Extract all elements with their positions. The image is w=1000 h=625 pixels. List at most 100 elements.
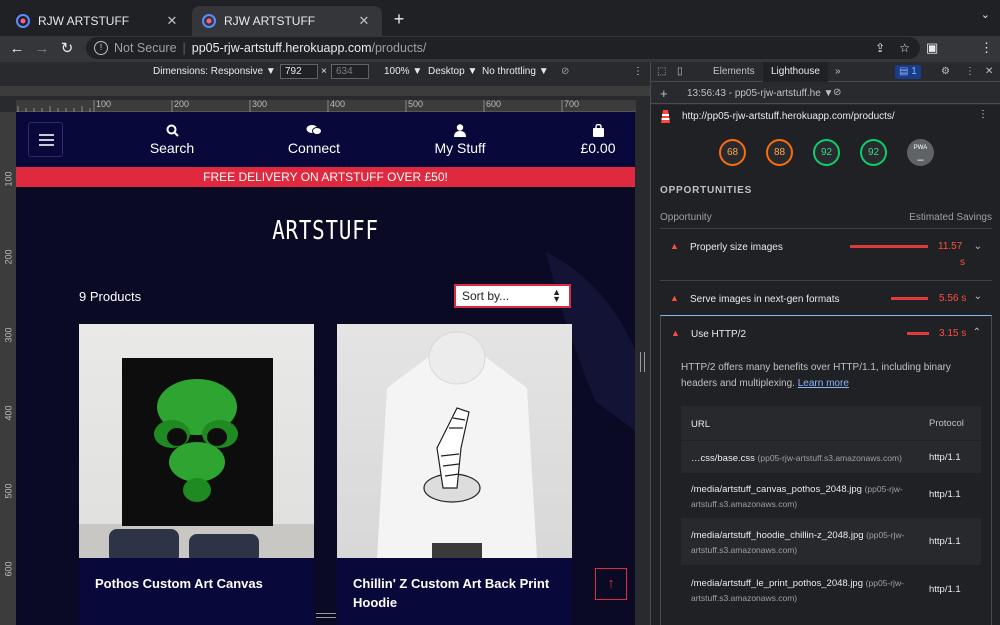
- warning-icon[interactable]: !: [94, 41, 108, 55]
- ruler-tick-label: 600: [486, 99, 502, 109]
- site-favicon-icon: [202, 14, 216, 28]
- security-status[interactable]: Not Secure: [114, 41, 177, 55]
- score-gauge-best-practices[interactable]: 92: [813, 139, 840, 166]
- inspect-icon[interactable]: ⬚: [653, 62, 670, 82]
- pwa-badge[interactable]: PWA –: [907, 139, 934, 166]
- close-devtools-icon[interactable]: ✕: [977, 62, 1000, 82]
- viewport-resize-gutter[interactable]: [635, 112, 650, 625]
- site-logo[interactable]: ARTSTUFF: [78, 216, 573, 246]
- table-row[interactable]: /media/artstuff_le_print_pothos_2048.jpg…: [681, 566, 981, 614]
- more-tabs-icon[interactable]: »: [827, 62, 849, 82]
- score-gauges: 68 88 92 92 PWA –: [651, 127, 1000, 175]
- clear-reports-icon[interactable]: ⊘: [833, 87, 841, 98]
- audit-savings-unit: s: [960, 257, 965, 268]
- chevron-down-icon[interactable]: ⌄: [974, 241, 982, 252]
- resource-url: …css/base.css (pp05-rjw-artstuff.s3.amaz…: [691, 453, 902, 464]
- product-card[interactable]: Chillin' Z Custom Art Back Print Hoodie: [337, 324, 572, 625]
- audit-next-gen-formats[interactable]: ▲ Serve images in next-gen formats 5.56 …: [660, 280, 992, 316]
- sidepanel-icon[interactable]: ▣: [926, 40, 938, 56]
- device-menu-icon[interactable]: ⋮: [633, 66, 643, 77]
- nav-connect[interactable]: Connect: [284, 124, 344, 156]
- chevron-up-icon[interactable]: ⌃: [973, 327, 981, 338]
- resource-url: /media/artstuff_le_print_pothos_2048.jpg…: [691, 578, 904, 603]
- table-row[interactable]: …css/base.css (pp05-rjw-artstuff.s3.amaz…: [681, 441, 981, 474]
- audit-properly-size-images[interactable]: ▲ Properly size images 11.57 s ⌄: [660, 228, 992, 280]
- report-selector[interactable]: 13:56:43 - pp05-rjw-artstuff.he ▼: [687, 88, 833, 99]
- product-name[interactable]: Pothos Custom Art Canvas: [95, 574, 295, 593]
- issues-badge[interactable]: ▤ 1: [895, 65, 921, 79]
- reload-icon[interactable]: ↻: [57, 39, 77, 59]
- back-arrow-icon[interactable]: ←: [7, 39, 27, 59]
- nav-search[interactable]: Search: [146, 124, 198, 156]
- site-favicon-icon: [16, 14, 30, 28]
- back-to-top-button[interactable]: ↑: [595, 568, 627, 600]
- browser-menu-icon[interactable]: ⋮: [980, 40, 993, 56]
- sort-select[interactable]: Sort by... ▲ ▼: [454, 284, 571, 308]
- product-name[interactable]: Chillin' Z Custom Art Back Print Hoodie: [353, 574, 553, 612]
- report-url-bar: http://pp05-rjw-artstuff.herokuapp.com/p…: [651, 105, 1000, 127]
- tab-search-chevron-icon[interactable]: ⌄: [981, 8, 990, 21]
- ruler-tick-label: 200: [174, 99, 190, 109]
- settings-gear-icon[interactable]: ⚙: [933, 62, 958, 82]
- browser-tab[interactable]: RJW ARTSTUFF ✕: [6, 6, 190, 36]
- score-gauge-performance[interactable]: 68: [719, 139, 746, 166]
- resource-protocol: http/1.1: [929, 536, 961, 547]
- product-image[interactable]: [79, 324, 314, 558]
- nav-my-stuff[interactable]: My Stuff: [430, 124, 490, 156]
- device-mode-dropdown[interactable]: Desktop ▼: [428, 66, 477, 77]
- audit-title: Use HTTP/2: [691, 329, 747, 340]
- tab-lighthouse[interactable]: Lighthouse: [763, 62, 828, 82]
- nav-label: Connect: [287, 140, 341, 156]
- resource-protocol: http/1.1: [929, 452, 961, 463]
- dimensions-dropdown[interactable]: Dimensions: Responsive ▼: [153, 66, 276, 77]
- horizontal-ruler: 100 200 300 400 500 600 700: [16, 99, 636, 112]
- viewport-resize-handle[interactable]: [316, 613, 336, 618]
- address-bar[interactable]: ! Not Secure | pp05-rjw-artstuff.herokua…: [86, 37, 920, 59]
- col-opportunity: Opportunity: [660, 212, 712, 223]
- width-input[interactable]: 792: [280, 64, 318, 79]
- browser-tab-active[interactable]: RJW ARTSTUFF ✕: [192, 6, 382, 36]
- learn-more-link[interactable]: Learn more: [798, 378, 849, 389]
- audit-use-http2[interactable]: ▲ Use HTTP/2 3.15 s ⌃: [661, 316, 991, 350]
- bookmark-star-icon[interactable]: ☆: [899, 41, 910, 55]
- http2-resource-table: URL Protocol …css/base.css (pp05-rjw-art…: [681, 406, 981, 614]
- lighthouse-toolbar: + 13:56:43 - pp05-rjw-artstuff.he ▼ ⊘: [651, 83, 1000, 104]
- new-tab-button[interactable]: +: [388, 8, 410, 30]
- device-toggle-icon[interactable]: ▯: [673, 62, 687, 82]
- report-menu-icon[interactable]: ⋮: [978, 109, 988, 120]
- url-host: pp05-rjw-artstuff.herokuapp.com: [191, 41, 372, 55]
- close-tab-icon[interactable]: ✕: [356, 13, 372, 29]
- score-gauge-seo[interactable]: 92: [860, 139, 887, 166]
- ruler-tick-label: 400: [3, 405, 14, 421]
- nav-bag[interactable]: £0.00: [576, 123, 620, 156]
- bag-icon: [576, 123, 620, 140]
- rotate-icon[interactable]: ⊘: [561, 66, 569, 77]
- table-header-row: URL Protocol: [681, 406, 981, 441]
- audit-savings: 11.57: [938, 241, 963, 252]
- savings-bar: [850, 245, 928, 248]
- score-gauge-accessibility[interactable]: 88: [766, 139, 793, 166]
- new-report-icon[interactable]: +: [660, 86, 668, 101]
- chevron-down-icon[interactable]: ⌄: [974, 291, 982, 302]
- audit-savings: 3.15 s: [939, 328, 967, 339]
- tab-elements[interactable]: Elements: [705, 62, 763, 82]
- throttling-dropdown[interactable]: No throttling ▼: [482, 66, 549, 77]
- resource-url: /media/artstuff_canvas_pothos_2048.jpg (…: [691, 484, 903, 509]
- ruler-tick-label: 700: [564, 99, 580, 109]
- table-row[interactable]: /media/artstuff_hoodie_chillin-z_2048.jp…: [681, 518, 981, 566]
- height-input[interactable]: 634: [331, 64, 369, 79]
- chat-icon: [284, 124, 344, 140]
- browser-toolbar: ← → ↻ ! Not Secure | pp05-rjw-artstuff.h…: [0, 36, 1000, 93]
- share-icon[interactable]: ⇪: [875, 41, 885, 55]
- close-tab-icon[interactable]: ✕: [164, 13, 180, 29]
- ruler-tick-label: 300: [3, 327, 14, 343]
- forward-arrow-icon[interactable]: →: [32, 39, 52, 59]
- zoom-dropdown[interactable]: 100% ▼: [384, 66, 422, 77]
- col-savings: Estimated Savings: [909, 212, 992, 223]
- hamburger-menu-button[interactable]: [28, 122, 63, 157]
- emulated-viewport: Search Connect My Stuff £0.00 FREE DELIV…: [16, 112, 635, 625]
- fail-triangle-icon: ▲: [670, 241, 679, 251]
- table-row[interactable]: /media/artstuff_canvas_pothos_2048.jpg (…: [681, 474, 981, 518]
- product-image[interactable]: [337, 324, 572, 558]
- product-card[interactable]: Pothos Custom Art Canvas: [79, 324, 314, 625]
